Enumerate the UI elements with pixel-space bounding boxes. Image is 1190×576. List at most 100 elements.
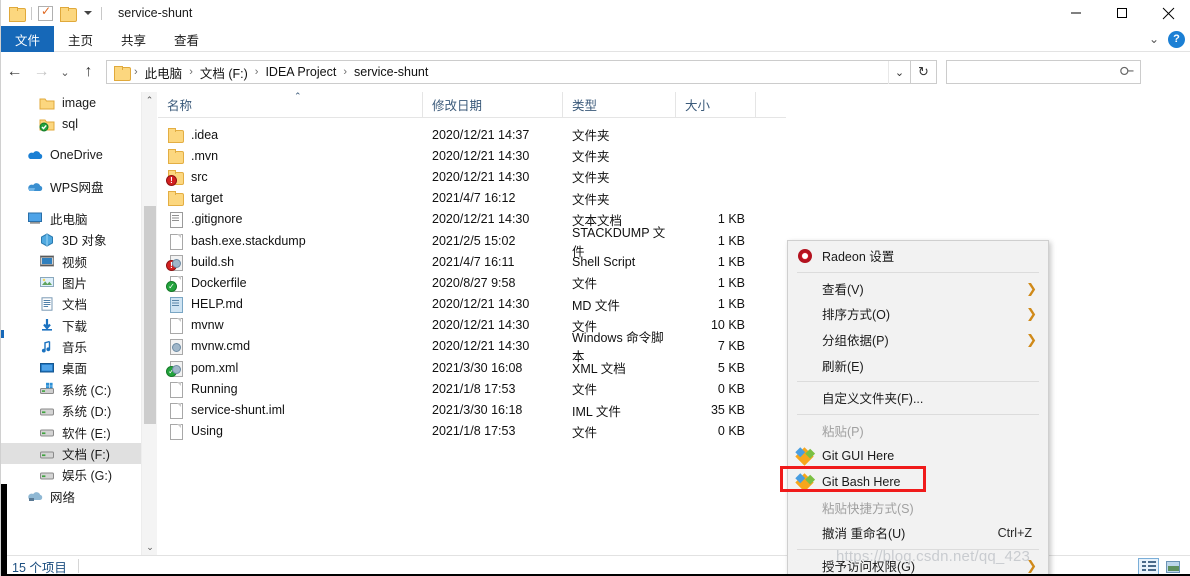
table-row[interactable]: mvnw.cmd 2020/12/21 14:30 Windows 命令脚本 7 KB	[158, 331, 786, 364]
navigation-scrollbar[interactable]: ⌃ ⌄	[141, 92, 157, 555]
file-type-cell: 文件夹	[572, 129, 610, 144]
column-header-size[interactable]: 大小	[676, 91, 756, 118]
menu-item-label: Radeon 设置	[822, 250, 895, 265]
git-committed-overlay-icon: ✓	[166, 365, 177, 377]
column-header-name[interactable]: 名称	[158, 91, 423, 118]
nav-scroll-down-icon[interactable]: ⌄	[142, 539, 158, 555]
cmd-file-icon	[167, 338, 183, 356]
tab-home[interactable]: 主页	[54, 26, 107, 52]
table-row[interactable]: Running 2021/1/8 17:53 文件 0 KB	[158, 378, 786, 399]
column-headers: 名称 修改日期 类型 大小 ⌃	[158, 91, 786, 118]
expand-ribbon-button[interactable]: ⌄	[1149, 32, 1159, 46]
sidebar-item-下载[interactable]: 下载	[1, 315, 141, 336]
sidebar-item-娱乐g[interactable]: 娱乐 (G:)	[1, 464, 141, 485]
file-name-label: .idea	[191, 127, 219, 142]
table-row[interactable]: ! src 2020/12/21 14:30 文件夹	[158, 166, 786, 187]
sidebar-item-音乐[interactable]: 音乐	[1, 336, 141, 357]
close-button[interactable]	[1145, 0, 1190, 26]
menu-item-git-gui-here[interactable]: Git GUI Here	[788, 443, 1048, 469]
address-dropdown-button[interactable]: ⌄	[888, 60, 910, 84]
table-row[interactable]: ✓ pom.xml 2021/3/30 16:08 XML 文档 5 KB	[158, 357, 786, 378]
folder-icon	[167, 127, 184, 143]
up-button[interactable]: ↑	[75, 57, 102, 87]
this-pc-icon	[27, 210, 43, 226]
breadcrumb-item-1[interactable]: 文档 (F:)	[197, 63, 251, 82]
sidebar-item-视频[interactable]: 视频	[1, 250, 141, 271]
file-name-label: HELP.md	[191, 297, 243, 312]
breadcrumb-item-2[interactable]: IDEA Project	[262, 65, 339, 79]
menu-item-撤消-重命名-u[interactable]: 撤消 重命名(U) Ctrl+Z	[788, 520, 1048, 546]
table-row[interactable]: target 2021/4/7 16:12 文件夹	[158, 188, 786, 209]
table-row[interactable]: .gitignore 2020/12/21 14:30 文本文档 1 KB	[158, 209, 786, 230]
table-row[interactable]: mvnw 2020/12/21 14:30 文件 10 KB	[158, 315, 786, 336]
file-name-cell: mvnw	[158, 317, 423, 335]
menu-separator	[797, 380, 1039, 382]
recent-locations-button[interactable]: ⌄	[55, 57, 75, 87]
sidebar-item-软件e[interactable]: 软件 (E:)	[1, 421, 141, 442]
window-controls	[1053, 0, 1190, 26]
sidebar-item-此电脑[interactable]: 此电脑	[1, 208, 141, 229]
sidebar-item-sql[interactable]: sql	[1, 113, 141, 134]
new-folder-icon[interactable]	[60, 6, 77, 22]
table-row[interactable]: HELP.md 2020/12/21 14:30 MD 文件 1 KB	[158, 294, 786, 315]
table-row[interactable]: Using 2021/1/8 17:53 文件 0 KB	[158, 421, 786, 442]
sidebar-item-网络[interactable]: 网络	[1, 486, 141, 507]
sidebar-item-图片[interactable]: 图片	[1, 272, 141, 293]
table-row[interactable]: bash.exe.stackdump 2021/2/5 15:02 STACKDUM…	[158, 226, 786, 259]
breadcrumb-item-0[interactable]: 此电脑	[142, 63, 186, 82]
back-button[interactable]: ←	[1, 57, 28, 87]
help-icon[interactable]: ?	[1168, 30, 1185, 48]
tab-view[interactable]: 查看	[160, 26, 213, 52]
minimize-button[interactable]	[1053, 0, 1099, 26]
table-row[interactable]: service-shunt.iml 2021/3/30 16:18 IML 文件 35…	[158, 399, 786, 420]
menu-item-自定义文件夹-f[interactable]: 自定义文件夹(F)...	[788, 385, 1048, 411]
properties-icon[interactable]	[38, 4, 53, 21]
menu-item-授予访问权限-g[interactable]: 授予访问权限(G) ❯	[788, 553, 1048, 576]
column-header-type[interactable]: 类型	[563, 91, 676, 118]
menu-item-分组依据-p[interactable]: 分组依据(P) ❯	[788, 327, 1048, 353]
sidebar-item-文档[interactable]: 文档	[1, 293, 141, 314]
blank-file-icon	[167, 423, 183, 441]
menu-item-排序方式-o[interactable]: 排序方式(O) ❯	[788, 301, 1048, 327]
tab-share[interactable]: 共享	[107, 26, 160, 52]
sidebar-item-image[interactable]: image	[1, 92, 141, 113]
sidebar-item-label: 系统 (D:)	[62, 405, 112, 420]
sidebar-item-桌面[interactable]: 桌面	[1, 357, 141, 378]
file-name-label: target	[191, 191, 223, 206]
nav-scroll-thumb[interactable]	[144, 206, 156, 424]
wps-cloud-icon	[27, 179, 43, 195]
maximize-button[interactable]	[1099, 0, 1145, 26]
sidebar-item-label: 文档 (F:)	[62, 448, 110, 463]
sidebar-item-系统d[interactable]: 系统 (D:)	[1, 400, 141, 421]
column-header-date[interactable]: 修改日期	[423, 91, 563, 118]
sidebar-item-文档f[interactable]: 文档 (F:)	[1, 442, 141, 465]
address-bar-row: ← → ⌄ ↑ › 此电脑 › 文档 (F:) › IDEA Project ›…	[1, 55, 1190, 89]
table-row[interactable]: ! build.sh 2021/4/7 16:11 Shell Script 1 KB	[158, 251, 786, 272]
table-row[interactable]: ✓ Dockerfile 2020/8/27 9:58 文件 1 KB	[158, 272, 786, 293]
sidebar-item-wps网盘[interactable]: WPS网盘	[1, 176, 141, 197]
nav-scroll-up-icon[interactable]: ⌃	[142, 92, 157, 108]
menu-item-查看-v[interactable]: 查看(V) ❯	[788, 276, 1048, 302]
file-name-cell: Running	[158, 381, 423, 398]
menu-item-radeon-设置[interactable]: Radeon 设置	[788, 243, 1048, 269]
menu-item-刷新-e[interactable]: 刷新(E)	[788, 352, 1048, 378]
sidebar-item-系统c[interactable]: 系统 (C:)	[1, 379, 141, 400]
sidebar-item-onedrive[interactable]: OneDrive	[1, 145, 141, 166]
address-bar[interactable]: › 此电脑 › 文档 (F:) › IDEA Project › service…	[106, 60, 911, 84]
sidebar-item-label: 娱乐 (G:)	[62, 469, 112, 484]
search-input[interactable]	[946, 60, 1141, 84]
menu-item-git-bash-here[interactable]: Git Bash Here	[780, 465, 1048, 495]
drive-icon	[39, 446, 55, 462]
file-name-cell: .idea	[158, 127, 423, 143]
forward-button[interactable]: →	[28, 57, 55, 87]
tab-file[interactable]: 文件	[1, 26, 55, 52]
menu-separator	[797, 548, 1039, 550]
customize-qat-button[interactable]	[76, 0, 95, 26]
table-row[interactable]: .idea 2020/12/21 14:37 文件夹	[158, 124, 786, 145]
blank-file-icon	[167, 381, 183, 398]
sidebar-item-3d对象[interactable]: 3D 对象	[1, 229, 141, 250]
table-row[interactable]: .mvn 2020/12/21 14:30 文件夹	[158, 145, 786, 166]
refresh-button[interactable]: ↻	[911, 60, 937, 84]
file-size-cell: 0 KB	[717, 424, 745, 439]
breadcrumb-item-3[interactable]: service-shunt	[351, 65, 431, 79]
